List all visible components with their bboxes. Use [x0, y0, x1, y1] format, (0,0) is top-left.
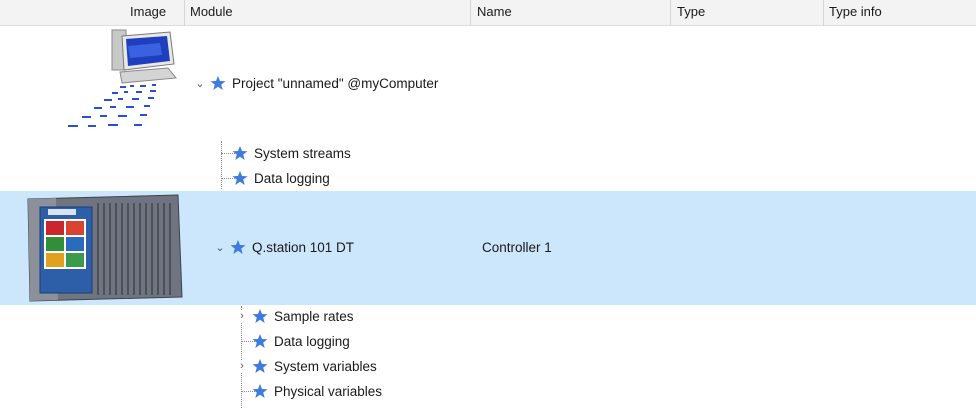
tree-node-data-logging[interactable]: Data logging: [228, 168, 330, 188]
tree-node-label: Sample rates: [274, 308, 354, 324]
star-icon: [232, 146, 248, 160]
tree-node-project[interactable]: ⌄ Project "unnamed" @myComputer: [194, 73, 438, 93]
star-icon: [252, 309, 268, 323]
tree-node-label: Data logging: [274, 333, 350, 349]
computer-image: [68, 29, 177, 127]
name-cell: Controller 1: [482, 240, 552, 255]
column-divider[interactable]: [823, 0, 824, 26]
tree-node-label: Physical variables: [274, 383, 383, 399]
star-icon: [252, 384, 268, 398]
tree-node-label: System variables: [274, 358, 377, 374]
tree-node-label: Q.station 101 DT: [252, 239, 355, 255]
tree-connector: [221, 141, 222, 189]
chevron-right-icon[interactable]: ›: [236, 360, 248, 372]
tree-node-label: Project "unnamed" @myComputer: [232, 75, 439, 91]
column-header-name[interactable]: Name: [477, 0, 512, 26]
tree-node-label: System streams: [254, 145, 351, 161]
column-divider[interactable]: [670, 0, 671, 26]
tree-node-data-logging-station[interactable]: Data logging: [248, 331, 350, 351]
star-icon: [252, 334, 268, 348]
column-header-type-info[interactable]: Type info: [829, 0, 882, 26]
star-icon: [252, 359, 268, 373]
qstation-device-image: [27, 194, 183, 302]
tree-node-system-variables[interactable]: › System variables: [236, 356, 377, 376]
tree-node-sample-rates[interactable]: › Sample rates: [236, 306, 354, 326]
column-header-image[interactable]: Image: [130, 0, 166, 26]
tree-node-physical-variables[interactable]: Physical variables: [248, 381, 382, 401]
tree-node-system-streams[interactable]: System streams: [228, 143, 351, 163]
star-icon: [210, 76, 226, 90]
star-icon: [232, 171, 248, 185]
chevron-down-icon[interactable]: ⌄: [214, 241, 226, 254]
tree-node-label: Data logging: [254, 170, 330, 186]
column-header-module[interactable]: Module: [190, 0, 233, 26]
column-header: Image Module Name Type Type info: [0, 0, 976, 26]
chevron-down-icon[interactable]: ⌄: [194, 77, 206, 90]
column-header-type[interactable]: Type: [677, 0, 705, 26]
tree-node-qstation[interactable]: ⌄ Q.station 101 DT: [214, 237, 354, 257]
chevron-right-icon[interactable]: ›: [236, 310, 248, 322]
star-icon: [230, 240, 246, 254]
column-divider[interactable]: [184, 0, 185, 26]
column-divider[interactable]: [470, 0, 471, 26]
